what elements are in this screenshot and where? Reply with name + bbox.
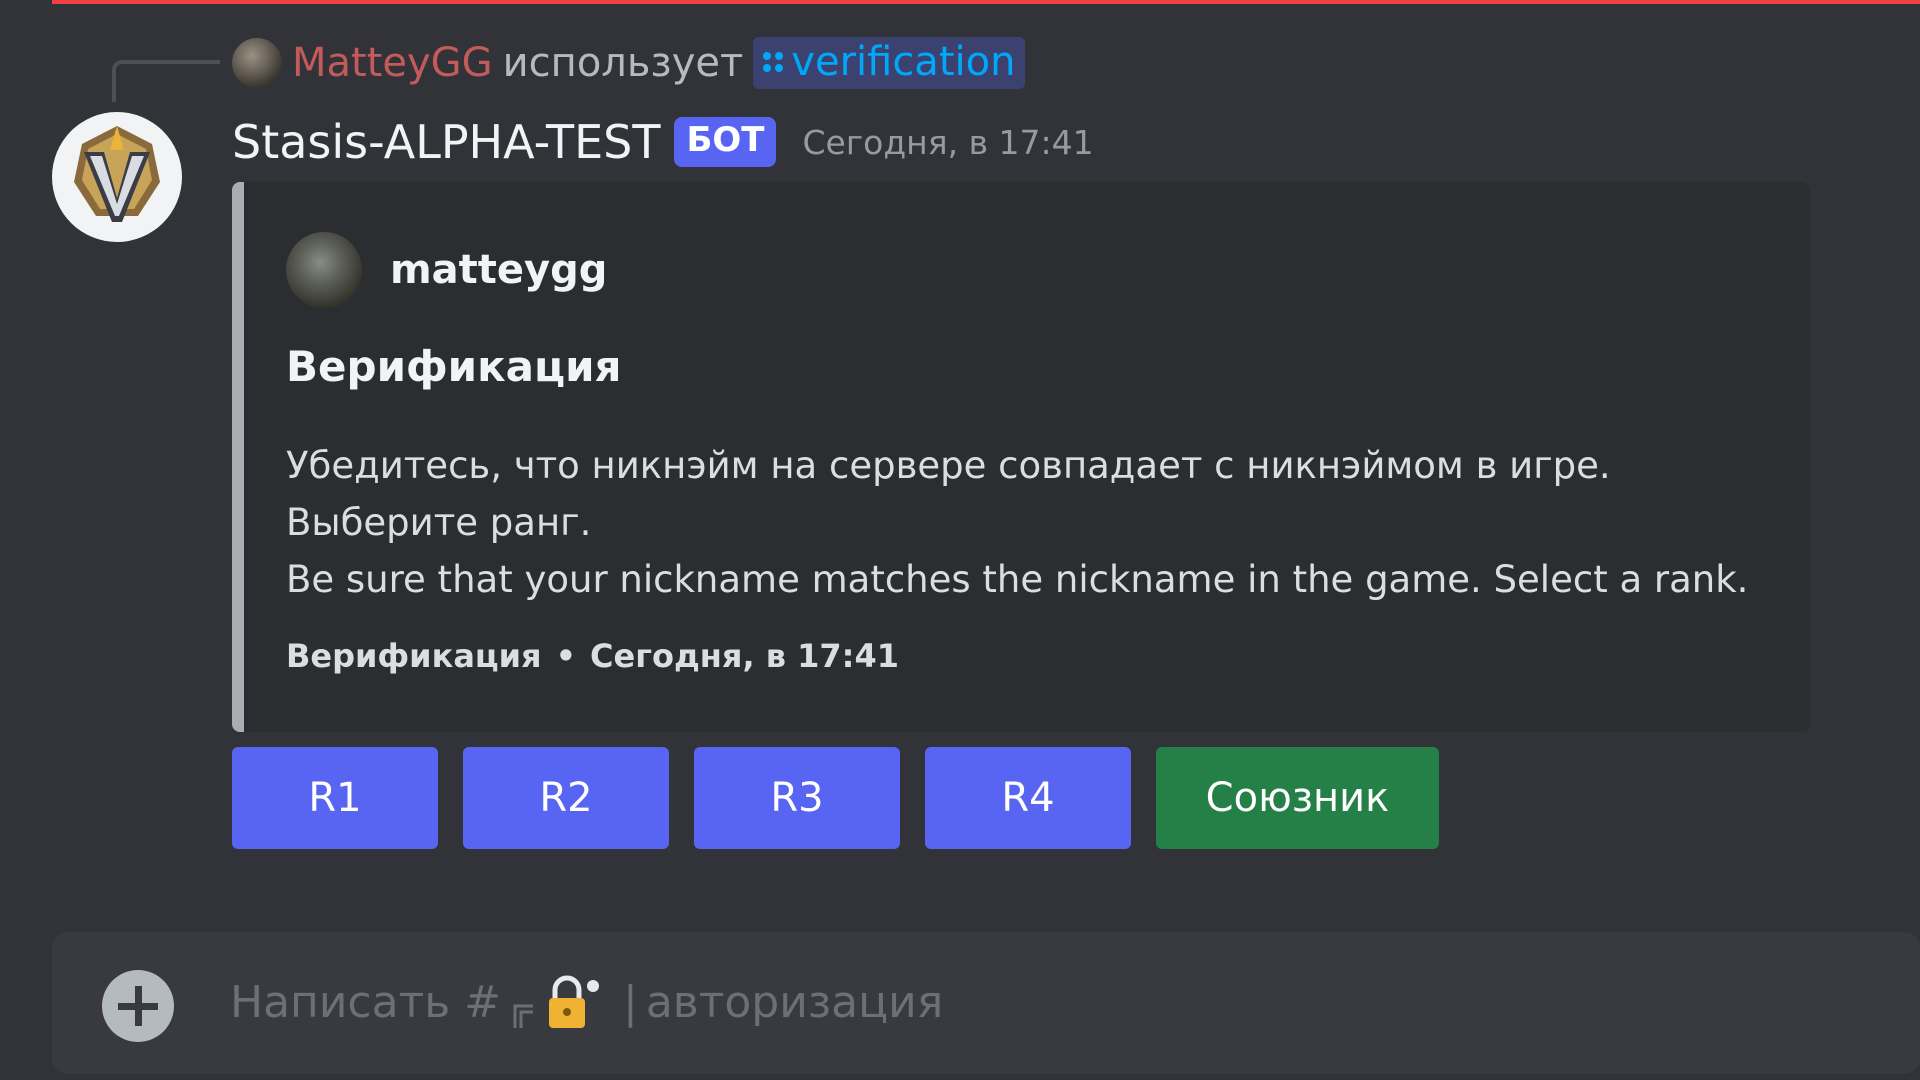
embed-footer-time: Сегодня, в 17:41	[590, 637, 899, 675]
ally-button[interactable]: Союзник	[1156, 747, 1439, 849]
embed-description-line: Выберите ранг.	[286, 501, 592, 544]
reply-verb: использует	[502, 40, 744, 86]
plus-icon[interactable]	[102, 970, 174, 1042]
placeholder-prefix: Написать #	[230, 976, 501, 1028]
rank-r1-button[interactable]: R1	[232, 747, 438, 849]
bot-logo-icon	[74, 126, 160, 222]
message-timestamp: Сегодня, в 17:41	[802, 122, 1094, 162]
reply-connector	[112, 60, 220, 102]
input-placeholder: Написать # | авторизация	[230, 972, 943, 1032]
rank-r4-button[interactable]: R4	[925, 747, 1131, 849]
interaction-header: MatteyGG использует verification	[232, 37, 1026, 89]
embed-footer-separator: •	[555, 637, 577, 675]
embed-footer: Верификация • Сегодня, в 17:41	[286, 637, 899, 675]
verification-embed: matteygg Верификация Убедитесь, что никн…	[232, 182, 1810, 732]
message-input[interactable]: Написать # | авторизация	[52, 932, 1920, 1074]
slash-command-icon	[763, 52, 784, 72]
message-header: Stasis-ALPHA-TEST БОТ Сегодня, в 17:41	[232, 112, 1094, 172]
reply-user-avatar[interactable]	[232, 38, 282, 88]
embed-author: matteygg	[286, 232, 607, 308]
embed-description: Убедитесь, что никнэйм на сервере совпад…	[286, 437, 1748, 608]
embed-author-name: matteygg	[390, 247, 608, 293]
rank-r2-button[interactable]: R2	[463, 747, 669, 849]
command-mention[interactable]: verification	[753, 37, 1026, 89]
command-name: verification	[791, 39, 1016, 85]
embed-description-line: Убедитесь, что никнэйм на сервере совпад…	[286, 444, 1611, 487]
reply-username[interactable]: MatteyGG	[292, 40, 493, 86]
embed-title: Верификация	[286, 342, 622, 391]
top-red-line	[52, 0, 1920, 4]
bot-username[interactable]: Stasis-ALPHA-TEST	[232, 115, 660, 169]
action-row: R1 R2 R3 R4 Союзник	[232, 747, 1439, 849]
bot-avatar[interactable]	[52, 112, 182, 242]
locked-channel-icon	[513, 975, 599, 1028]
embed-author-avatar	[286, 232, 362, 308]
channel-name: авторизация	[645, 976, 944, 1028]
embed-description-line: Be sure that your nickname matches the n…	[286, 558, 1749, 601]
bot-badge: БОТ	[674, 117, 777, 167]
placeholder-separator: |	[622, 976, 638, 1028]
rank-r3-button[interactable]: R3	[694, 747, 900, 849]
embed-footer-text: Верификация	[286, 637, 542, 675]
